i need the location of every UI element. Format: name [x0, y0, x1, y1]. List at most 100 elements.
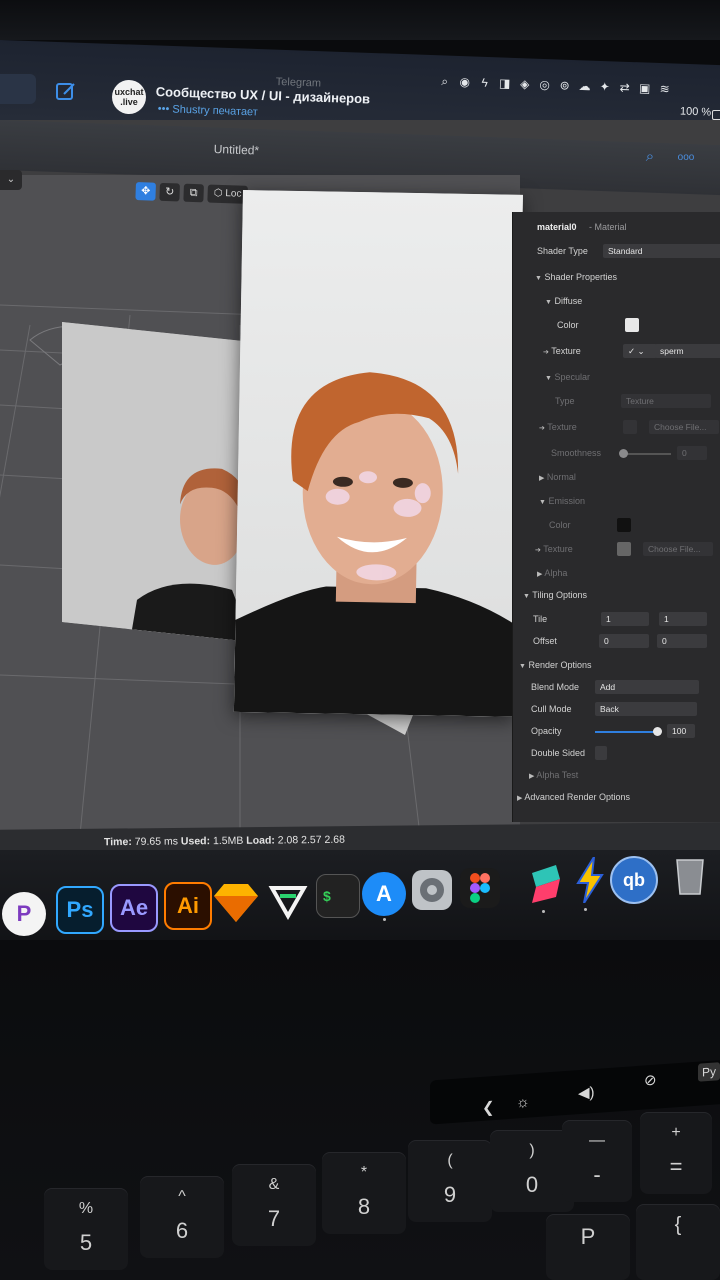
tag-icon[interactable]: ◨ [497, 76, 511, 90]
move-tool-icon[interactable]: ✥ [135, 182, 156, 201]
triangle-right-icon: ▶ [529, 773, 535, 780]
rotate-tool-icon[interactable]: ↻ [159, 182, 180, 202]
reeder-icon[interactable] [568, 857, 612, 903]
alpha-test-row[interactable]: ▶ Alpha Test [513, 766, 720, 786]
vectornator-icon[interactable] [266, 878, 310, 922]
chevron-left-icon[interactable]: ❮ [482, 1098, 495, 1117]
illustrator-icon[interactable]: Ai [164, 882, 212, 930]
advanced-render-options-row[interactable]: ▶ Advanced Render Options [513, 788, 720, 808]
scale-tool-icon[interactable]: ⧉ [183, 183, 204, 203]
key-7[interactable]: & 7 [232, 1164, 316, 1246]
key-minus-bottom: - [593, 1162, 601, 1187]
cloud-icon[interactable]: ☁ [577, 79, 591, 93]
train-icon[interactable]: ▣ [637, 81, 651, 95]
normal-row[interactable]: ▶ Normal [513, 468, 720, 488]
spark-icon[interactable] [524, 862, 568, 906]
sketch-icon[interactable] [214, 880, 258, 924]
photoshop-icon[interactable]: Ps [56, 886, 104, 934]
brightness-icon[interactable]: ☼ [516, 1094, 530, 1112]
key-9-top: ( [447, 1152, 453, 1169]
key-p[interactable]: P [546, 1214, 630, 1280]
type-select[interactable]: Texture [621, 394, 711, 408]
offset-x-input[interactable]: 0 [599, 634, 649, 648]
spec-texture-thumb[interactable] [623, 420, 637, 434]
tiling-options-row[interactable]: ▼ Tiling Options [513, 586, 720, 606]
offset-y-input[interactable]: 0 [657, 634, 707, 648]
offset-row: Offset 0 0 [513, 632, 720, 652]
double-sided-checkbox[interactable] [595, 746, 607, 760]
used-value: 1.5MB [212, 834, 244, 848]
key-8[interactable]: * 8 [322, 1152, 406, 1234]
key-6[interactable]: ^ 6 [140, 1176, 224, 1258]
view-mode-dropdown[interactable]: ⌄ [0, 170, 22, 190]
language-switch[interactable]: Ру [698, 1062, 720, 1082]
battery-icon[interactable] [712, 110, 720, 120]
alpha-row[interactable]: ▶ Alpha [513, 564, 720, 584]
circle-icon[interactable]: ◎ [537, 77, 551, 92]
qbittorrent-icon[interactable]: qb [610, 856, 658, 904]
wifi-icon[interactable]: ≋ [657, 82, 671, 96]
opacity-row: Opacity 100 [513, 722, 720, 742]
smoothness-slider[interactable] [621, 453, 671, 455]
tile-label: Tile [533, 614, 548, 624]
opacity-value[interactable]: 100 [667, 724, 695, 738]
key-minus[interactable]: — - [562, 1120, 632, 1202]
compose-icon[interactable] [54, 80, 78, 104]
render-options-row[interactable]: ▼ Render Options [513, 656, 720, 676]
sync-icon[interactable]: ⇄ [617, 80, 631, 94]
color-swatch[interactable] [625, 318, 639, 332]
triangle-down-icon: ▼ [539, 499, 546, 506]
chat-avatar[interactable]: uxchat .live [112, 80, 146, 114]
battery-percent: 100 % [679, 105, 712, 119]
cull-mode-select[interactable]: Back [595, 702, 697, 716]
creative-cloud-icon[interactable]: ⊚ [557, 78, 571, 92]
opacity-handle[interactable] [653, 727, 662, 736]
em-texture-thumb[interactable] [617, 542, 631, 556]
terminal-icon[interactable]: $ [316, 874, 360, 918]
tile-x-input[interactable]: 1 [601, 612, 649, 626]
key-bracket-left[interactable]: { [636, 1204, 720, 1280]
search-icon[interactable]: ⌕ [438, 74, 452, 88]
key-9[interactable]: (9 [408, 1140, 492, 1222]
pockity-icon[interactable]: P [2, 892, 46, 936]
tile-y-input[interactable]: 1 [659, 612, 707, 626]
tiling-options-label: Tiling Options [532, 590, 587, 600]
figma-icon[interactable] [460, 868, 500, 908]
shield-icon[interactable]: ◈ [517, 77, 531, 91]
preview-panel[interactable] [233, 190, 523, 717]
bolt-icon[interactable]: ϟ [477, 75, 491, 90]
color-label: Color [557, 320, 579, 330]
smoothness-value[interactable]: 0 [677, 446, 707, 460]
spec-choose-file[interactable]: Choose File... [649, 420, 719, 434]
shader-type-select[interactable]: Standard [603, 244, 720, 258]
volume-icon[interactable]: ◀) [578, 1083, 595, 1102]
specular-label: Specular [554, 372, 590, 382]
key-7-bottom: 7 [267, 1206, 281, 1231]
dropbox-icon[interactable]: ✦ [597, 80, 611, 94]
mute-icon[interactable]: ⊘ [644, 1071, 657, 1090]
texture-thumbnail[interactable]: ✓ ⌄ [623, 344, 657, 358]
navigation-icon[interactable]: ◉ [457, 75, 471, 89]
emission-row[interactable]: ▼ Emission [513, 492, 720, 512]
cull-mode-label: Cull Mode [531, 704, 572, 714]
system-preferences-icon[interactable] [412, 870, 452, 910]
after-effects-icon[interactable]: Ae [110, 884, 158, 932]
smoothness-handle[interactable] [619, 449, 628, 458]
app-store-icon[interactable]: A [362, 872, 406, 916]
diffuse-row[interactable]: ▼ Diffuse [513, 292, 720, 312]
telegram-sidebar-edge [0, 74, 36, 104]
shader-properties-row[interactable]: ▼ Shader Properties [513, 268, 720, 288]
window-search-icon[interactable]: ⌕ [640, 148, 660, 168]
trash-icon[interactable] [672, 854, 708, 898]
opacity-slider[interactable] [595, 731, 657, 733]
more-icon[interactable]: ooo [676, 152, 696, 168]
key-5[interactable]: % 5 [44, 1188, 128, 1270]
blend-mode-select[interactable]: Add [595, 680, 699, 694]
texture-select[interactable]: sperm [655, 344, 720, 358]
em-color-swatch[interactable] [617, 518, 631, 532]
dock: P Ps Ae Ai $ A qb [0, 850, 720, 943]
specular-row[interactable]: ▼ Specular [513, 368, 720, 388]
emission-label: Emission [548, 496, 585, 506]
em-choose-file[interactable]: Choose File... [643, 542, 713, 556]
key-equals[interactable]: + = [640, 1112, 712, 1194]
